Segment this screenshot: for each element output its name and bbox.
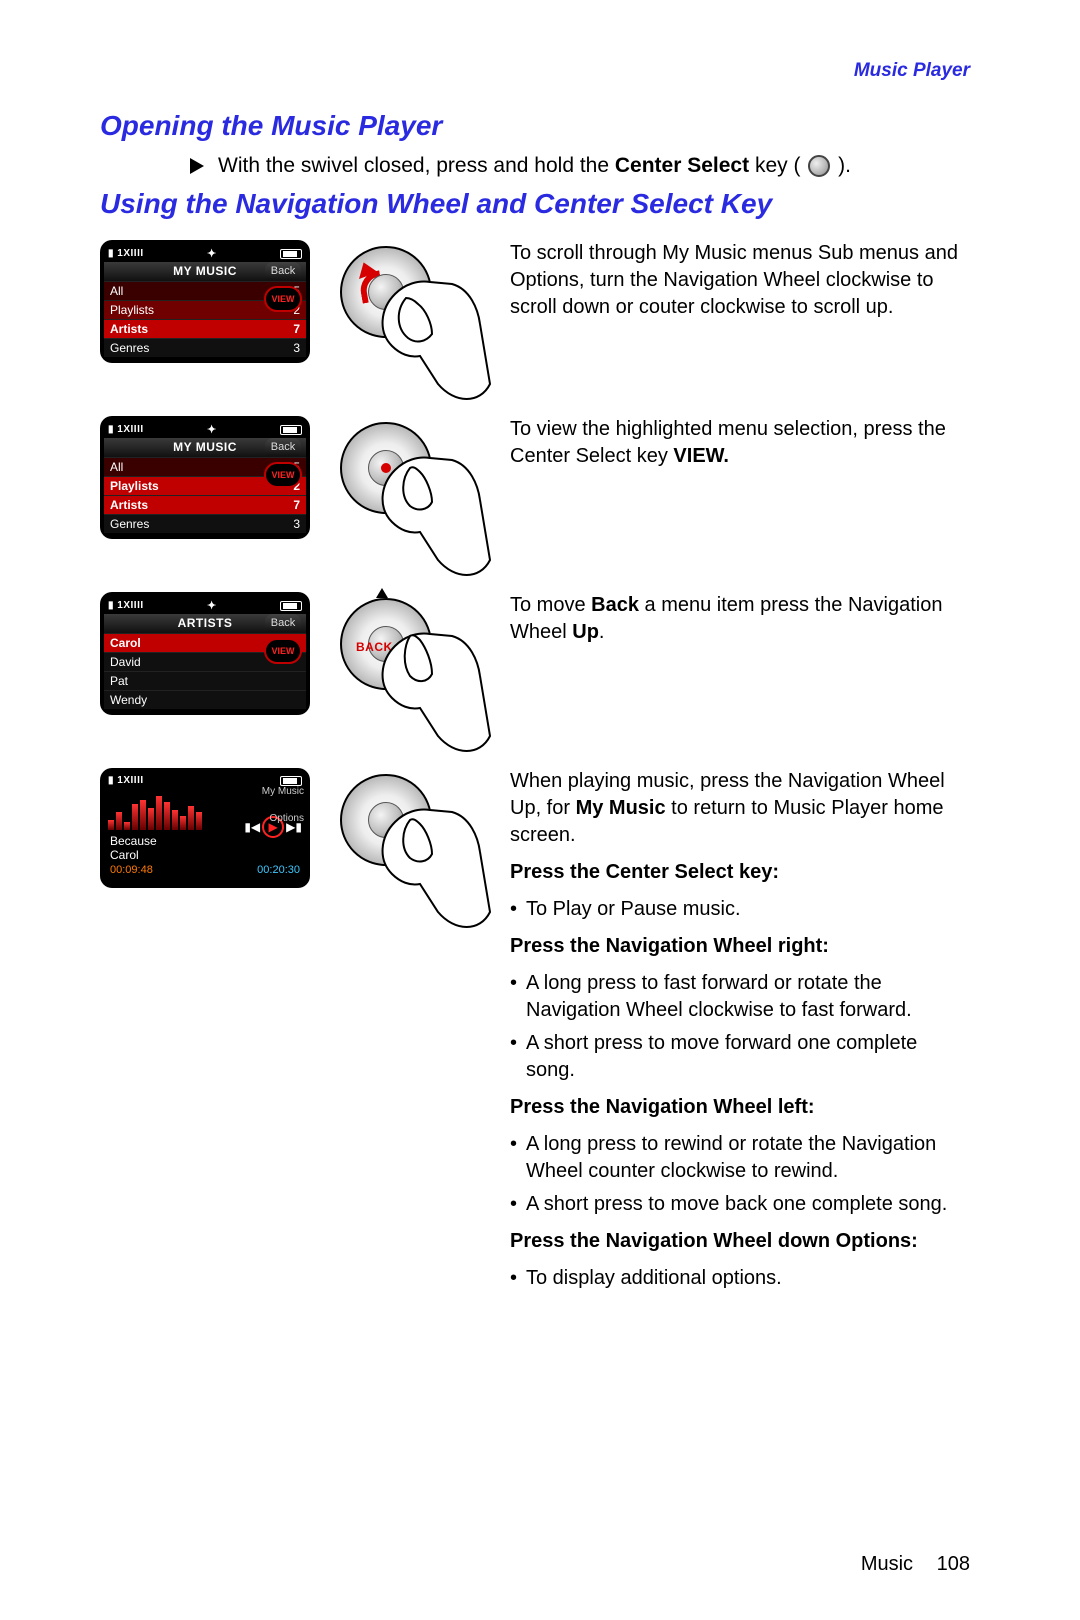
wheel-plain-illustration (330, 768, 490, 918)
center-icon: ✦ (207, 423, 217, 436)
footer-section: Music (861, 1553, 913, 1575)
menu-row-artists: Artists7 (104, 319, 306, 338)
sub-heading-center-select: Press the Center Select key: (510, 859, 970, 886)
manual-page: Music Player Opening the Music Player Wi… (0, 0, 1080, 1620)
center-icon: ✦ (207, 599, 217, 612)
up-arrow-icon (376, 588, 388, 598)
center-icon: ✦ (207, 247, 217, 260)
side-labels: My Music Options (262, 786, 304, 824)
signal-icon: ▮ 1XIIII (108, 600, 144, 611)
elapsed-time: 00:09:48 (110, 864, 153, 876)
text: key ( (755, 154, 801, 177)
softkeys: Back VIEW (260, 438, 306, 488)
back-softkey: Back (265, 262, 301, 280)
my-music-label: My Music (262, 786, 304, 797)
text: ). (838, 154, 851, 177)
list-item: •A long press to fast forward or rotate … (510, 970, 970, 1024)
phone-screen-now-playing: ▮ 1XIIII ▮◀ ▶ ▶▮ My Music Options Becaus… (100, 768, 310, 888)
back-softkey: Back (265, 438, 301, 456)
sub-heading-wheel-down: Press the Navigation Wheel down Options: (510, 1228, 970, 1255)
phone-screen-my-music-2: ▮ 1XIIII ✦ MY MUSIC All15 Playlists2 Art… (100, 416, 310, 539)
artist-row: Pat (104, 671, 306, 690)
time-row: 00:09:48 00:20:30 (104, 862, 306, 878)
open-instruction: With the swivel closed, press and hold t… (190, 154, 970, 178)
list-item: •To display additional options. (510, 1265, 970, 1292)
status-bar: ▮ 1XIIII ✦ (104, 596, 306, 614)
list-item: •A short press to move forward one compl… (510, 1030, 970, 1084)
back-softkey: Back (265, 614, 301, 632)
phone-screen-artists: ▮ 1XIIII ✦ ARTISTS Carol David Pat Wendy… (100, 592, 310, 715)
instruction-text-3: To move Back a menu item press the Navig… (510, 592, 970, 656)
prev-icon: ▮◀ (244, 820, 260, 834)
menu-row-genres: Genres3 (104, 338, 306, 357)
status-bar: ▮ 1XIIII ✦ (104, 420, 306, 438)
sub-heading-wheel-left: Press the Navigation Wheel left: (510, 1094, 970, 1121)
instruction-block-4: ▮ 1XIIII ▮◀ ▶ ▶▮ My Music Options Becaus… (100, 768, 970, 1302)
menu-row-genres: Genres3 (104, 514, 306, 533)
signal-icon: ▮ 1XIIII (108, 248, 144, 259)
footer-page-number: 108 (937, 1553, 970, 1575)
hand-icon (360, 254, 500, 404)
list-item: •A long press to rewind or rotate the Na… (510, 1131, 970, 1185)
phone-screen-my-music-1: ▮ 1XIIII ✦ MY MUSIC All15 Playlists2 Art… (100, 240, 310, 363)
signal-icon: ▮ 1XIIII (108, 424, 144, 435)
instruction-block-3: ▮ 1XIIII ✦ ARTISTS Carol David Pat Wendy… (100, 592, 970, 742)
softkeys: Back VIEW (260, 262, 306, 312)
wheel-up-illustration: BACK (330, 592, 490, 742)
battery-icon (280, 249, 302, 259)
instruction-text-1: To scroll through My Music menus Sub men… (510, 240, 970, 331)
view-softkey: VIEW (264, 286, 302, 312)
instruction-block-2: ▮ 1XIIII ✦ MY MUSIC All15 Playlists2 Art… (100, 416, 970, 566)
hand-icon (360, 606, 500, 756)
battery-icon (280, 425, 302, 435)
total-time: 00:20:30 (257, 864, 300, 876)
page-footer: Music 108 (861, 1553, 970, 1576)
sub-heading-wheel-right: Press the Navigation Wheel right: (510, 933, 970, 960)
options-label: Options (262, 813, 304, 824)
text: With the swivel closed, press and hold t… (218, 154, 615, 177)
softkeys: Back VIEW (260, 614, 306, 664)
heading-navigation-wheel: Using the Navigation Wheel and Center Se… (100, 188, 970, 220)
battery-icon (280, 601, 302, 611)
hand-icon (360, 782, 500, 932)
triangle-bullet-icon (190, 158, 204, 174)
signal-icon: ▮ 1XIIII (108, 775, 144, 786)
wheel-scroll-illustration (330, 240, 490, 390)
view-softkey: VIEW (264, 462, 302, 488)
header-section: Music Player (100, 60, 970, 82)
instruction-text-4: When playing music, press the Navigation… (510, 768, 970, 1302)
artist-name: Carol (104, 848, 306, 862)
status-bar: ▮ 1XIIII ✦ (104, 244, 306, 262)
instruction-text-2: To view the highlighted menu selection, … (510, 416, 970, 480)
wheel-press-illustration (330, 416, 490, 566)
center-select-key-icon (808, 155, 830, 177)
view-softkey: VIEW (264, 638, 302, 664)
artist-row: Wendy (104, 690, 306, 709)
hand-icon (360, 430, 500, 580)
menu-row-artists: Artists7 (104, 495, 306, 514)
heading-opening-music-player: Opening the Music Player (100, 110, 970, 142)
list-item: •To Play or Pause music. (510, 896, 970, 923)
instruction-block-1: ▮ 1XIIII ✦ MY MUSIC All15 Playlists2 Art… (100, 240, 970, 390)
list-item: •A short press to move back one complete… (510, 1191, 970, 1218)
battery-icon (280, 776, 302, 786)
text-bold: Center Select (615, 154, 749, 177)
